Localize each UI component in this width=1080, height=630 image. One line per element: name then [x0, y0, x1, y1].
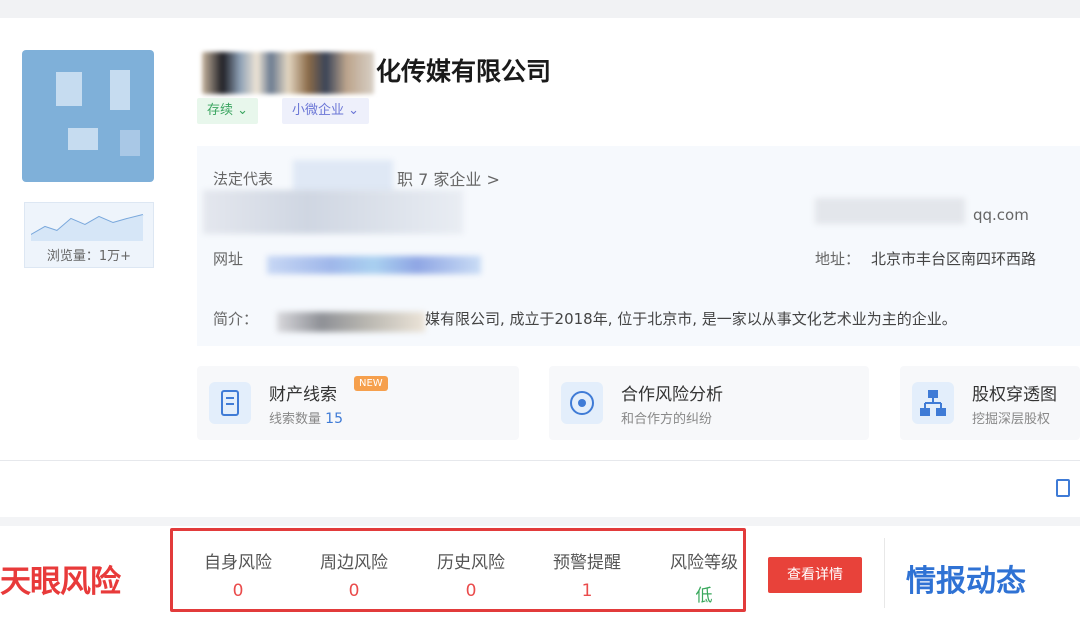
views-trend-icon — [31, 214, 144, 241]
tianyan-risk-brand: 天眼风险 — [0, 564, 121, 600]
company-info-panel: 法定代表 职 7 家企业 > qq.com 网址 地址： 北京市丰台区南四环西路… — [197, 146, 1080, 346]
risk-history[interactable]: 历史风险 0 — [421, 548, 521, 601]
views-widget: 浏览量：1万+ — [24, 202, 154, 268]
website-redacted[interactable] — [267, 256, 481, 274]
clue-icon — [209, 382, 251, 424]
feature-title: 合作风险分析 — [621, 385, 723, 405]
feature-title: 财产线索 — [269, 385, 337, 405]
address-label: 地址： — [815, 250, 861, 268]
divider — [884, 538, 885, 608]
website-label: 网址 — [213, 250, 244, 268]
intel-dynamics-title[interactable]: 情报动态 — [906, 556, 1026, 600]
size-tag[interactable]: 小微企业 ⌄ — [282, 98, 370, 124]
risk-surrounding[interactable]: 周边风险 0 — [304, 548, 404, 601]
company-name: 化传媒有限公司 — [376, 57, 552, 86]
feature-title: 股权穿透图 — [972, 385, 1057, 405]
company-name-redacted — [202, 52, 374, 94]
equity-graph-icon — [912, 382, 954, 424]
feature-equity-graph[interactable]: 股权穿透图 挖掘深层股权 — [900, 366, 1080, 440]
email-redacted — [815, 198, 965, 224]
legal-rep-label: 法定代表 — [213, 170, 274, 188]
partner-risk-icon — [561, 382, 603, 424]
feature-sub: 线索数量 15 — [269, 411, 343, 427]
email-suffix: qq.com — [973, 206, 1029, 224]
new-badge: NEW — [354, 376, 388, 391]
status-tag[interactable]: 存续 ⌄ — [197, 98, 259, 124]
legal-rep-companies-link[interactable]: 职 7 家企业 > — [397, 166, 500, 190]
toolbar-band — [0, 460, 1080, 517]
top-strip — [0, 0, 1080, 18]
document-icon[interactable] — [1056, 479, 1070, 497]
address-value: 北京市丰台区南四环西路 — [871, 250, 1037, 268]
risk-warning[interactable]: 预警提醒 1 — [537, 548, 637, 601]
feature-partner-risk[interactable]: 合作风险分析 和合作方的纠纷 — [549, 366, 869, 440]
views-label: 浏览量：1万+ — [46, 249, 132, 264]
legal-rep-redacted — [293, 160, 393, 194]
view-details-button[interactable]: 查看详情 — [768, 557, 862, 593]
risk-self[interactable]: 自身风险 0 — [188, 548, 288, 601]
feature-sub: 挖掘深层股权 — [972, 412, 1051, 427]
risk-level[interactable]: 风险等级 低 — [654, 548, 754, 606]
intro-text: 媒有限公司, 成立于2018年, 位于北京市, 是一家以从事文化艺术业为主的企业… — [425, 310, 957, 328]
intro-redacted — [277, 312, 425, 332]
intro-label: 简介： — [213, 310, 259, 328]
phone-redacted — [203, 190, 463, 234]
company-logo — [22, 50, 154, 182]
feature-sub: 和合作方的纠纷 — [621, 412, 713, 427]
